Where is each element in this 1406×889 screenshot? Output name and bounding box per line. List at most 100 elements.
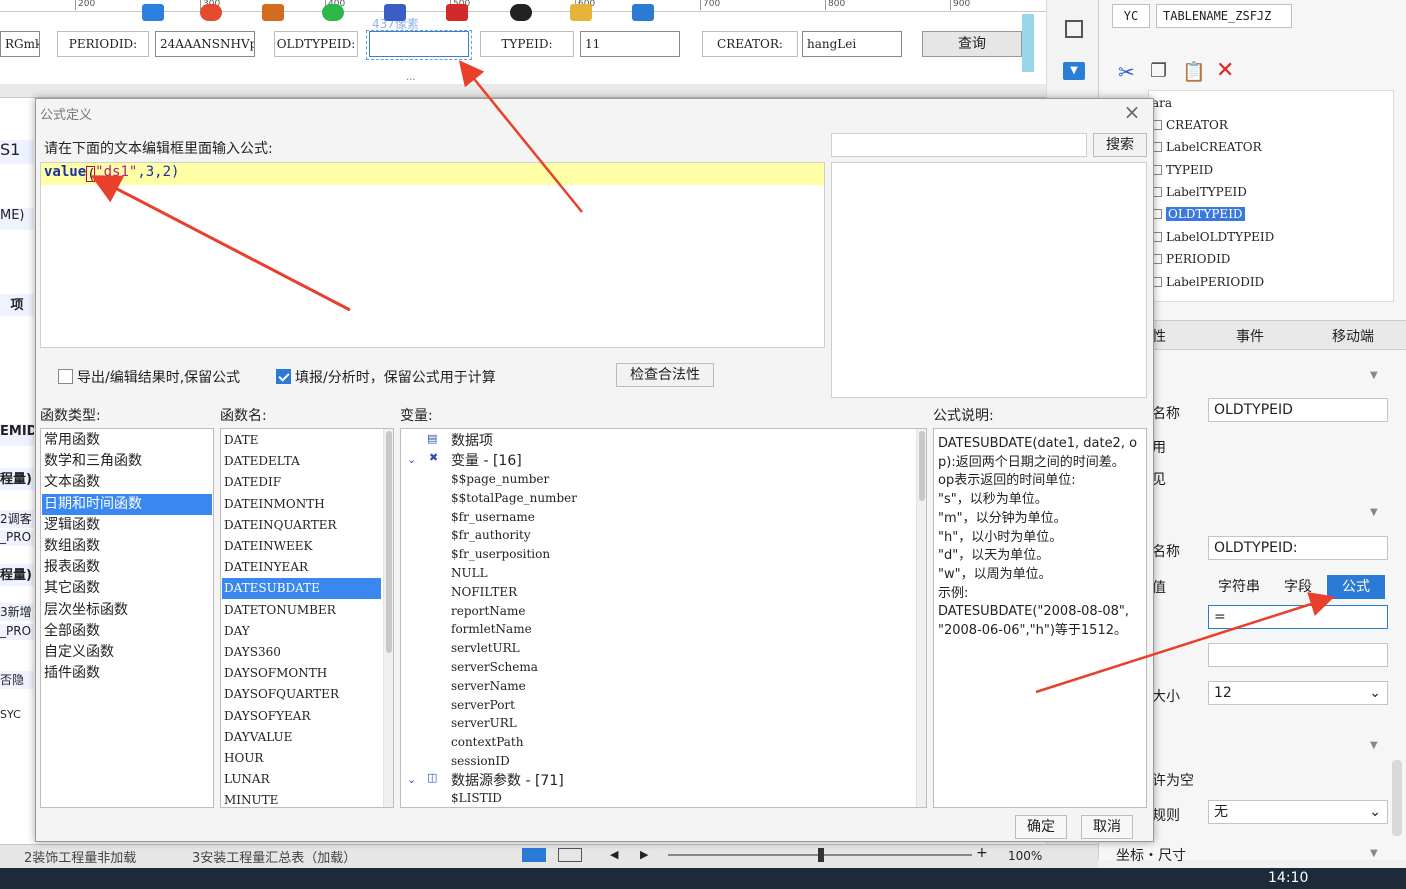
function-type-item[interactable]: 数学和三角函数: [42, 451, 212, 472]
function-type-item[interactable]: 报表函数: [42, 557, 212, 578]
function-name-item[interactable]: HOUR: [222, 748, 381, 769]
chat-icon[interactable]: [322, 4, 344, 21]
variable-item[interactable]: serverName: [451, 679, 526, 693]
variable-item[interactable]: $fr_userposition: [451, 547, 550, 561]
data-item-node[interactable]: 数据项: [451, 430, 493, 450]
tree-item[interactable]: PERIODID: [1152, 252, 1230, 266]
function-name-item[interactable]: DATESUBDATE: [222, 578, 381, 600]
function-type-item[interactable]: 自定义函数: [42, 642, 212, 663]
frame-icon[interactable]: [1065, 20, 1083, 38]
variable-item[interactable]: reportName: [451, 604, 525, 618]
cut-off-param-field[interactable]: RGmkX: [0, 31, 40, 57]
browser-icon[interactable]: [200, 4, 222, 21]
function-name-item[interactable]: DATETONUMBER: [222, 600, 381, 621]
app-icon[interactable]: [632, 4, 654, 21]
datasource-param-group[interactable]: 数据源参数 - [71]: [451, 770, 564, 790]
function-name-item[interactable]: DAYSOFQUARTER: [222, 684, 381, 705]
segment-field[interactable]: 字段: [1270, 575, 1326, 599]
rule-select[interactable]: 无 ⌄: [1208, 800, 1388, 824]
variable-item[interactable]: $$totalPage_number: [451, 491, 577, 505]
tree-item[interactable]: TYPEID: [1152, 163, 1213, 177]
function-name-item[interactable]: DATEINWEEK: [222, 536, 381, 557]
formula-value-input[interactable]: =: [1208, 605, 1388, 629]
cancel-button[interactable]: 取消: [1081, 815, 1133, 839]
variable-item[interactable]: $fr_username: [451, 510, 535, 524]
label-name-input[interactable]: OLDTYPEID:: [1208, 536, 1388, 560]
tree-item[interactable]: LabelOLDTYPEID: [1152, 230, 1274, 244]
tab-events[interactable]: 事件: [1236, 326, 1264, 346]
segment-formula[interactable]: 公式: [1327, 575, 1385, 599]
tablename-field[interactable]: TABLENAME_ZSFJZ: [1156, 4, 1292, 28]
tree-item[interactable]: LabelCREATOR: [1152, 140, 1262, 154]
query-button[interactable]: 查询: [922, 31, 1022, 57]
app-icon[interactable]: [384, 4, 406, 21]
function-type-item[interactable]: 文本函数: [42, 472, 212, 493]
function-name-item[interactable]: DATEINMONTH: [222, 494, 381, 515]
zoom-in-icon[interactable]: +: [976, 845, 988, 861]
function-type-item[interactable]: 常用函数: [42, 430, 212, 451]
typeid-field[interactable]: 11: [580, 31, 680, 57]
extra-input[interactable]: [1208, 643, 1388, 667]
variable-item[interactable]: NULL: [451, 566, 488, 580]
check-validity-button[interactable]: 检查合法性: [616, 363, 714, 387]
function-name-item[interactable]: DAYSOFYEAR: [222, 706, 381, 727]
variable-item[interactable]: $fr_authority: [451, 528, 531, 542]
keep-formula-fill-option[interactable]: 填报/分析时，保留公式用于计算: [276, 367, 496, 387]
variable-item[interactable]: serverPort: [451, 698, 515, 712]
function-name-item[interactable]: DATEDIF: [222, 472, 381, 493]
sheet-tab[interactable]: 2装饰工程量非加载: [24, 847, 136, 866]
tree-item[interactable]: LabelPERIODID: [1152, 275, 1264, 289]
qq-icon[interactable]: [510, 4, 532, 21]
delete-icon[interactable]: ✕: [1216, 58, 1234, 83]
cut-icon[interactable]: ✂: [1118, 60, 1135, 84]
function-name-item[interactable]: MINUTE: [222, 790, 381, 807]
formula-text[interactable]: value("ds1",3,2): [44, 164, 179, 183]
variable-item[interactable]: $$page_number: [451, 472, 549, 486]
variable-group-node[interactable]: 变量 - [16]: [451, 450, 522, 470]
function-name-item[interactable]: LUNAR: [222, 769, 381, 790]
function-name-item[interactable]: DAYVALUE: [222, 727, 381, 748]
function-type-item[interactable]: 日期和时间函数: [42, 493, 212, 515]
tree-item[interactable]: CREATOR: [1152, 118, 1228, 132]
function-search-input[interactable]: [831, 133, 1087, 157]
oldtypeid-field[interactable]: [369, 31, 469, 57]
collapse-icon[interactable]: ▼: [1370, 507, 1378, 518]
yc-field[interactable]: YC: [1112, 4, 1150, 28]
ok-button[interactable]: 确定: [1015, 815, 1067, 839]
tab-properties[interactable]: 性: [1152, 326, 1166, 346]
function-name-item[interactable]: DAYS360: [222, 642, 381, 663]
variable-tree[interactable]: ▤ 数据项 ⌄ ✖ 变量 - [16] $$page_number $$totalPage_…: [400, 428, 927, 808]
variable-item[interactable]: NOFILTER: [451, 585, 517, 599]
segment-string[interactable]: 字符串: [1210, 575, 1268, 599]
copy-icon[interactable]: ❐: [1150, 60, 1167, 82]
function-name-item[interactable]: DATEINQUARTER: [222, 515, 381, 536]
font-size-select[interactable]: 12 ⌄: [1208, 681, 1388, 705]
name-input[interactable]: OLDTYPEID: [1208, 398, 1388, 422]
function-name-item[interactable]: DAYSOFMONTH: [222, 663, 381, 684]
keep-formula-export-option[interactable]: 导出/编辑结果时,保留公式: [58, 367, 240, 387]
tree-item[interactable]: ara: [1152, 96, 1172, 110]
function-type-item[interactable]: 逻辑函数: [42, 515, 212, 536]
function-name-list[interactable]: DATE DATEDELTA DATEDIF DATEINMONTH DATEINQUA…: [220, 428, 394, 808]
app-icon[interactable]: [142, 4, 164, 21]
prev-sheet-icon[interactable]: ◀: [610, 848, 618, 861]
app-icon[interactable]: [262, 4, 284, 21]
formula-editor[interactable]: [40, 162, 825, 348]
creator-field[interactable]: hangLei: [802, 31, 902, 57]
variable-scrollbar[interactable]: [916, 429, 926, 807]
function-type-item[interactable]: 层次坐标函数: [42, 600, 212, 621]
collapse-icon[interactable]: ▼: [1370, 740, 1378, 751]
checkbox[interactable]: [58, 369, 73, 384]
paste-icon[interactable]: 📋: [1182, 60, 1206, 83]
function-name-item[interactable]: DATEDELTA: [222, 451, 381, 472]
close-icon[interactable]: ×: [1122, 100, 1142, 124]
variable-item[interactable]: contextPath: [451, 735, 523, 749]
zoom-slider-handle[interactable]: [818, 848, 824, 862]
add-form-sheet-icon[interactable]: [558, 848, 582, 862]
function-type-item[interactable]: 全部函数: [42, 621, 212, 642]
periodid-field[interactable]: 24AAANSNHVpU: [155, 31, 255, 57]
collapse-icon[interactable]: ▼: [1370, 848, 1378, 859]
add-sheet-icon[interactable]: [522, 848, 546, 862]
search-button[interactable]: 搜索: [1093, 133, 1147, 157]
scrollbar-thumb[interactable]: [919, 431, 925, 501]
